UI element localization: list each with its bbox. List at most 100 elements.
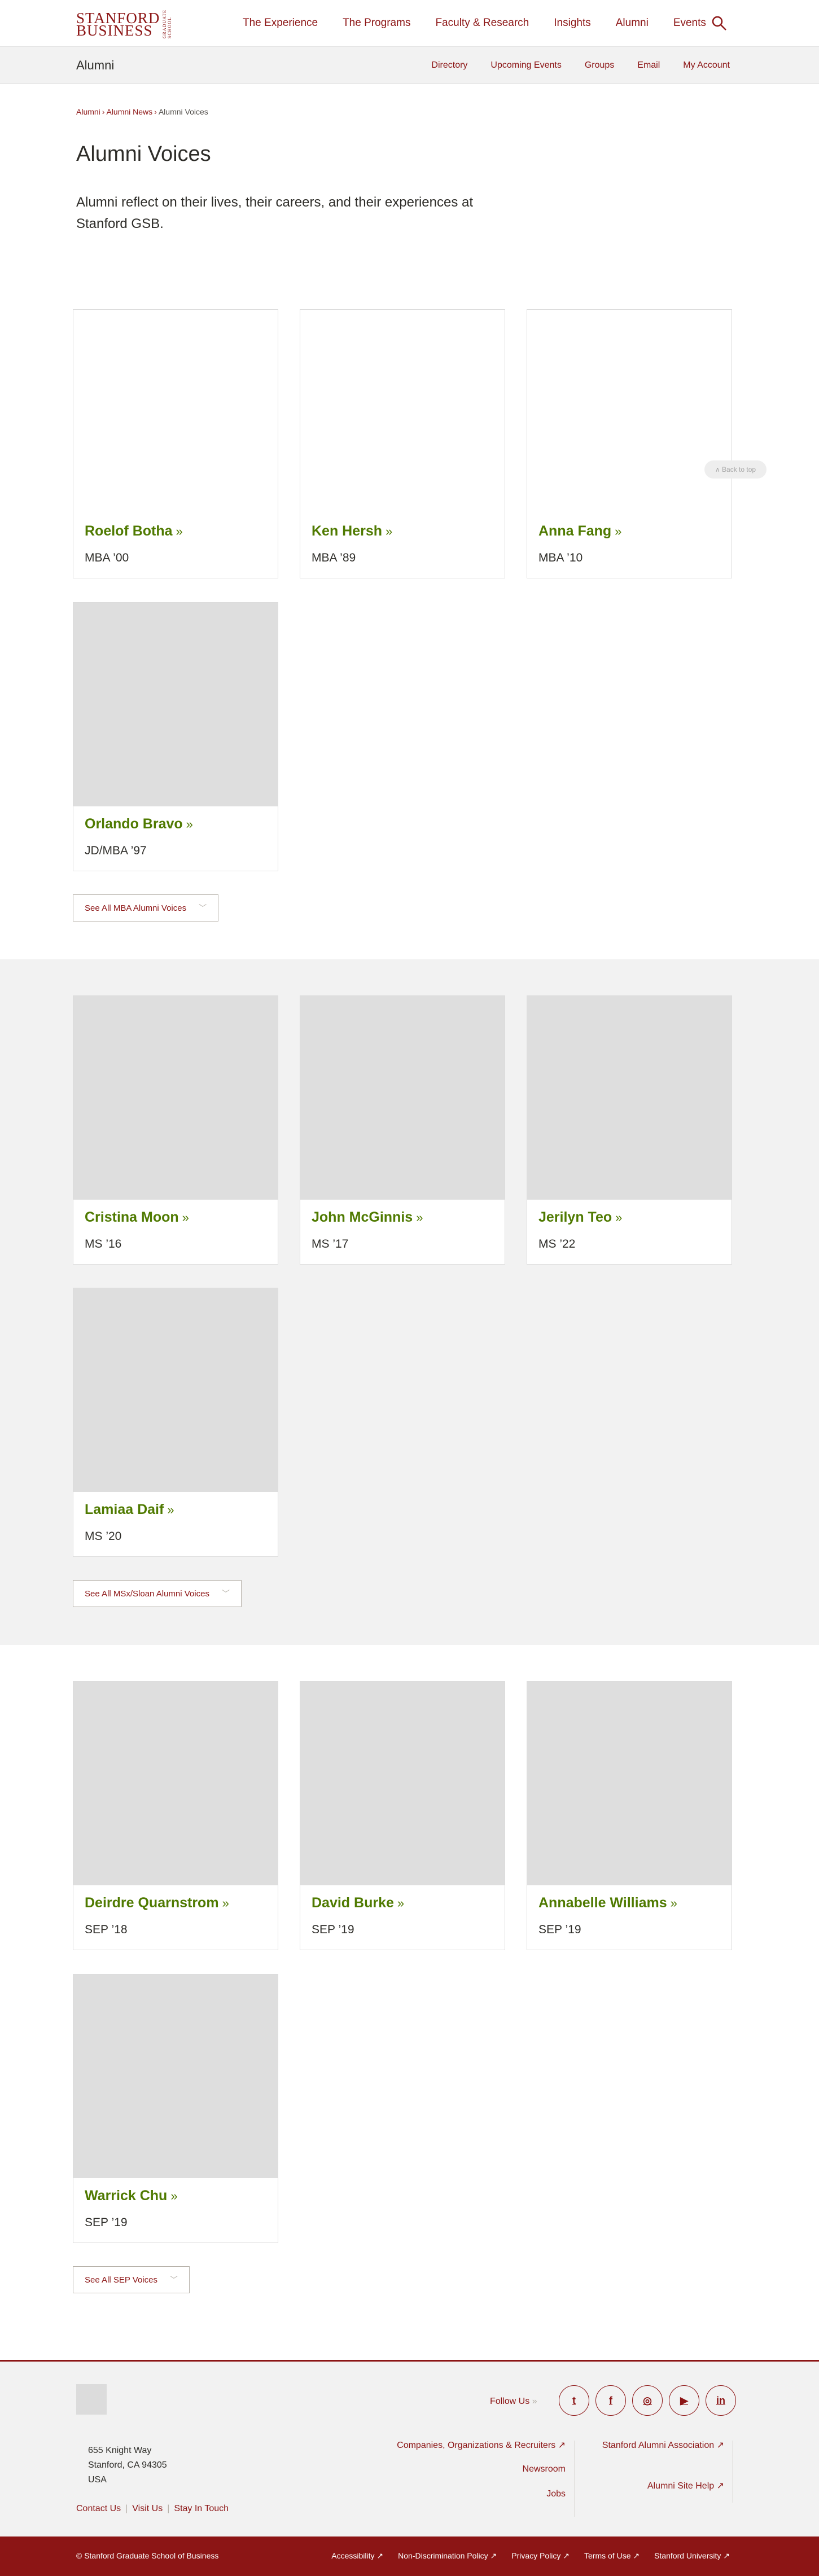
chevron-down-icon: ﹀ <box>169 2275 178 2284</box>
legal-links: Accessibility ↗ Non-Discrimination Polic… <box>317 2551 730 2561</box>
double-chevron-right-icon: » <box>615 1210 623 1225</box>
alumni-card[interactable]: Annabelle Williams» SEP ’19 <box>527 1681 732 1950</box>
page-title: Alumni Voices <box>76 142 211 166</box>
stay-in-touch-link[interactable]: Stay In Touch <box>174 2504 229 2513</box>
subnav-upcoming-events[interactable]: Upcoming Events <box>490 60 561 71</box>
see-all-label: See All MBA Alumni Voices <box>85 903 187 913</box>
nav-the-experience[interactable]: The Experience <box>243 17 318 29</box>
newsroom-link[interactable]: Newsroom <box>523 2464 566 2474</box>
alumni-name-link[interactable]: Lamiaa Daif» <box>85 1502 174 1518</box>
nav-insights[interactable]: Insights <box>554 17 590 29</box>
see-all-sep-button[interactable]: See All SEP Voices ﹀ <box>73 2266 190 2293</box>
page-intro: Alumni reflect on their lives, their car… <box>76 195 473 231</box>
alumni-name-link[interactable]: Annabelle Williams» <box>538 1895 677 1911</box>
search-icon[interactable] <box>711 15 727 31</box>
alumni-name-link[interactable]: Anna Fang» <box>538 523 621 539</box>
terms-of-use-link[interactable]: Terms of Use ↗ <box>584 2551 640 2561</box>
alumni-photo <box>527 996 732 1200</box>
accessibility-link[interactable]: Accessibility ↗ <box>331 2551 383 2561</box>
alumni-card[interactable]: Roelof Botha» MBA ’00 <box>73 309 278 578</box>
alumni-degree: MBA ’10 <box>538 551 583 564</box>
alumni-card[interactable]: David Burke» SEP ’19 <box>300 1681 505 1950</box>
chevron-right-icon: » <box>532 2397 537 2406</box>
alumni-photo <box>73 996 278 1200</box>
nav-the-programs[interactable]: The Programs <box>343 17 410 29</box>
stanford-gsb-logo[interactable]: STANFORD BUSINESS GRADUATE SCHOOL <box>76 10 172 39</box>
alumni-degree: SEP ’19 <box>85 2216 128 2229</box>
see-all-label: See All SEP Voices <box>85 2275 157 2285</box>
double-chevron-right-icon: » <box>170 2189 178 2203</box>
facebook-icon[interactable]: f <box>595 2385 626 2416</box>
alumni-card[interactable]: Cristina Moon» MS ’16 <box>73 995 278 1265</box>
subnav-groups[interactable]: Groups <box>585 60 614 71</box>
alumni-name-link[interactable]: Jerilyn Teo» <box>538 1209 622 1226</box>
breadcrumb-alumni[interactable]: Alumni <box>76 107 100 116</box>
linkedin-icon[interactable]: in <box>706 2385 736 2416</box>
double-chevron-right-icon: » <box>167 1503 174 1517</box>
subnav-email[interactable]: Email <box>637 60 660 71</box>
alumni-degree: MS ’20 <box>85 1530 122 1543</box>
double-chevron-right-icon: » <box>222 1896 229 1910</box>
alumni-name-link[interactable]: Ken Hersh» <box>312 523 392 539</box>
breadcrumb-alumni-news[interactable]: Alumni News <box>106 107 152 116</box>
address-line: USA <box>88 2475 107 2485</box>
alumni-card[interactable]: Ken Hersh» MBA ’89 <box>300 309 505 578</box>
double-chevron-right-icon: » <box>386 524 393 538</box>
twitter-icon[interactable]: t <box>559 2385 589 2416</box>
top-navigation: STANFORD BUSINESS GRADUATE SCHOOL The Ex… <box>0 0 819 47</box>
instagram-icon[interactable]: ◎ <box>632 2385 663 2416</box>
alumni-name-link[interactable]: Roelof Botha» <box>85 523 183 539</box>
alumni-name-link[interactable]: Deirdre Quarnstrom» <box>85 1895 229 1911</box>
nav-events[interactable]: Events <box>673 17 706 29</box>
youtube-icon[interactable]: ▶ <box>669 2385 699 2416</box>
privacy-policy-link[interactable]: Privacy Policy ↗ <box>511 2551 570 2561</box>
alumni-photo <box>73 1682 278 1885</box>
see-all-mba-button[interactable]: See All MBA Alumni Voices ﹀ <box>73 894 219 921</box>
alumni-degree: MS ’16 <box>85 1237 122 1250</box>
alumni-card[interactable]: Jerilyn Teo» MS ’22 <box>527 995 732 1265</box>
alumni-name-link[interactable]: Warrick Chu» <box>85 2188 178 2204</box>
alumni-card[interactable]: Anna Fang» MBA ’10 <box>527 309 732 578</box>
mba-alumni-section: Roelof Botha» MBA ’00 Ken Hersh» MBA ’89… <box>0 299 819 959</box>
double-chevron-right-icon: » <box>176 524 183 538</box>
visit-us-link[interactable]: Visit Us <box>132 2504 163 2513</box>
alumni-card[interactable]: Orlando Bravo» JD/MBA ’97 <box>73 602 278 871</box>
subnav-directory[interactable]: Directory <box>431 60 467 71</box>
alumni-photo <box>300 996 505 1200</box>
alumni-card[interactable]: John McGinnis» MS ’17 <box>300 995 505 1265</box>
nav-faculty-research[interactable]: Faculty & Research <box>435 17 529 29</box>
breadcrumb-current: Alumni Voices <box>158 107 208 116</box>
nav-alumni[interactable]: Alumni <box>616 17 649 29</box>
see-all-msx-sloan-button[interactable]: See All MSx/Sloan Alumni Voices ﹀ <box>73 1580 242 1607</box>
alumni-name-link[interactable]: Orlando Bravo» <box>85 816 193 832</box>
alumni-degree: SEP ’19 <box>312 1923 354 1936</box>
breadcrumb-separator: › <box>102 107 105 116</box>
alumni-name-link[interactable]: John McGinnis» <box>312 1209 423 1226</box>
non-discrimination-link[interactable]: Non-Discrimination Policy ↗ <box>398 2551 497 2561</box>
alumni-card[interactable]: Warrick Chu» SEP ’19 <box>73 1974 278 2243</box>
logo-side-text: GRADUATE SCHOOL <box>162 10 173 39</box>
alumni-photo <box>300 1682 505 1885</box>
stanford-alumni-association-link[interactable]: Stanford Alumni Association ↗ <box>602 2439 724 2451</box>
jobs-link[interactable]: Jobs <box>546 2489 566 2499</box>
alumni-photo <box>73 310 278 514</box>
divider: | <box>167 2504 170 2513</box>
alumni-card[interactable]: Deirdre Quarnstrom» SEP ’18 <box>73 1681 278 1950</box>
subnav-my-account[interactable]: My Account <box>683 60 730 71</box>
alumni-site-help-link[interactable]: Alumni Site Help ↗ <box>647 2480 724 2491</box>
alumni-degree: MS ’22 <box>538 1237 576 1250</box>
alumni-card[interactable]: Lamiaa Daif» MS ’20 <box>73 1288 278 1557</box>
logo-text: STANFORD BUSINESS <box>76 10 160 39</box>
alumni-photo <box>73 1288 278 1492</box>
alumni-name-link[interactable]: David Burke» <box>312 1895 404 1911</box>
alumni-name-link[interactable]: Cristina Moon» <box>85 1209 189 1226</box>
stanford-university-link[interactable]: Stanford University ↗ <box>654 2551 730 2561</box>
subnav-title[interactable]: Alumni <box>76 58 114 73</box>
footer-logo[interactable] <box>76 2384 107 2415</box>
companies-recruiters-link[interactable]: Companies, Organizations & Recruiters ↗ <box>397 2439 566 2451</box>
sep-alumni-section: Deirdre Quarnstrom» SEP ’18 David Burke»… <box>0 1645 819 2360</box>
alumni-degree: MBA ’00 <box>85 551 129 564</box>
alumni-photo <box>300 310 505 514</box>
back-to-top-button[interactable]: ∧ Back to top <box>704 460 767 479</box>
contact-us-link[interactable]: Contact Us <box>76 2504 121 2513</box>
